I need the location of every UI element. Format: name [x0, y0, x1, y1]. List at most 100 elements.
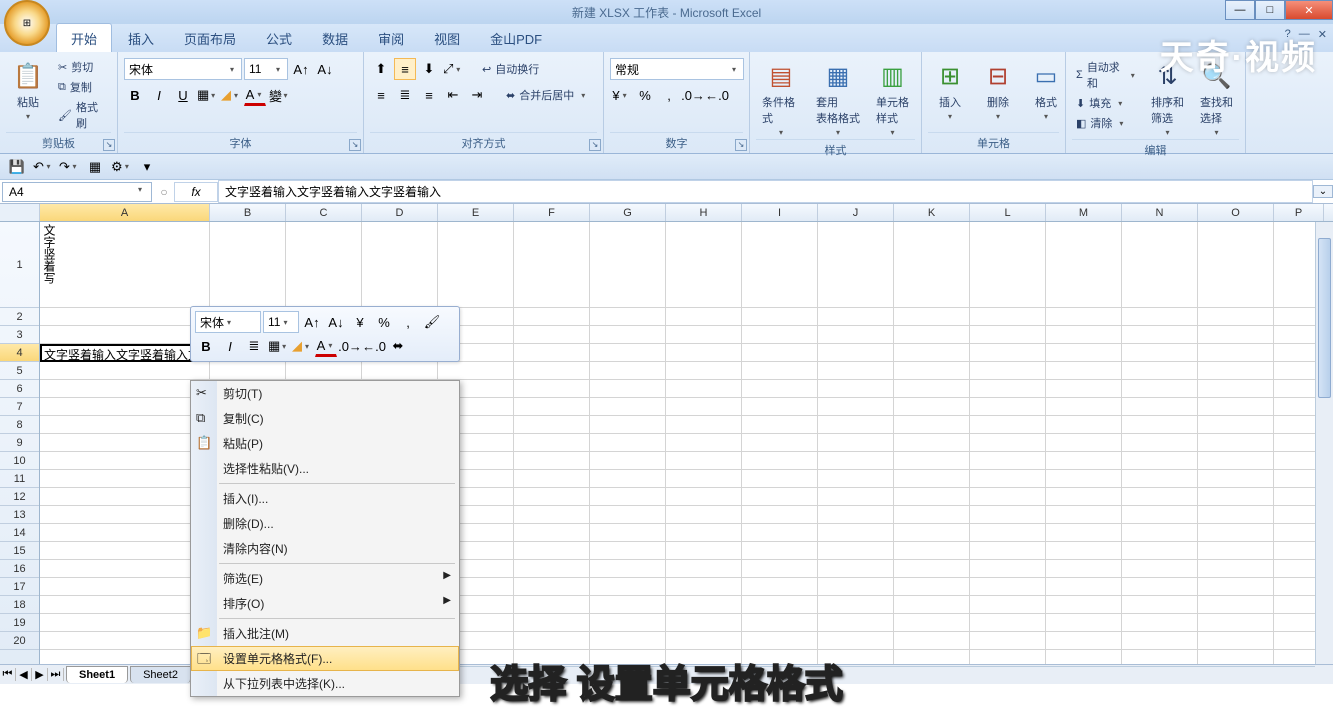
- mini-grow-font[interactable]: A↑: [301, 311, 323, 333]
- merge-center-button[interactable]: ⬌合并后居中▾: [502, 84, 592, 106]
- autosum-button[interactable]: Σ自动求和▾: [1072, 58, 1141, 92]
- tab-pdf[interactable]: 金山PDF: [476, 24, 556, 52]
- ctx-insert[interactable]: 插入(I)...: [191, 486, 459, 511]
- row-header-20[interactable]: 20: [0, 632, 39, 650]
- redo-button[interactable]: ↷▾: [58, 156, 80, 178]
- col-header-J[interactable]: J: [818, 204, 894, 221]
- col-header-G[interactable]: G: [590, 204, 666, 221]
- col-header-C[interactable]: C: [286, 204, 362, 221]
- row-header-7[interactable]: 7: [0, 398, 39, 416]
- row-header-6[interactable]: 6: [0, 380, 39, 398]
- row-header-12[interactable]: 12: [0, 488, 39, 506]
- align-center-button[interactable]: ≣: [394, 84, 416, 106]
- vertical-scrollbar[interactable]: [1315, 222, 1333, 684]
- tab-pagelayout[interactable]: 页面布局: [170, 24, 250, 52]
- ctx-delete[interactable]: 删除(D)...: [191, 511, 459, 536]
- align-middle-button[interactable]: ≡: [394, 58, 416, 80]
- conditional-format-button[interactable]: ▤条件格式▾: [756, 58, 806, 139]
- number-format-combo[interactable]: 常规▾: [610, 58, 744, 80]
- ctx-paste-special[interactable]: 选择性粘贴(V)...: [191, 456, 459, 481]
- font-name-combo[interactable]: 宋体▾: [124, 58, 242, 80]
- decrease-decimal-button[interactable]: ←.0: [706, 84, 728, 106]
- row-header-4[interactable]: 4: [0, 344, 39, 362]
- col-header-O[interactable]: O: [1198, 204, 1274, 221]
- underline-button[interactable]: U: [172, 84, 194, 106]
- cell-styles-button[interactable]: ▥单元格 样式▾: [870, 58, 915, 139]
- mini-align-center[interactable]: ≣: [243, 335, 265, 357]
- row-header-1[interactable]: 1: [0, 222, 39, 308]
- grow-font-button[interactable]: A↑: [290, 58, 312, 80]
- ctx-clear-contents[interactable]: 清除内容(N): [191, 536, 459, 561]
- help-icon[interactable]: ?: [1285, 28, 1291, 41]
- font-launcher[interactable]: ↘: [349, 139, 361, 151]
- italic-button[interactable]: I: [148, 84, 170, 106]
- clear-button[interactable]: ◧清除▾: [1072, 114, 1141, 132]
- increase-decimal-button[interactable]: .0→: [682, 84, 704, 106]
- office-button[interactable]: ⊞: [4, 0, 50, 46]
- row-header-5[interactable]: 5: [0, 362, 39, 380]
- phonetic-button[interactable]: 變▾: [268, 84, 290, 106]
- col-header-A[interactable]: A: [40, 204, 210, 221]
- formula-input[interactable]: 文字竖着输入文字竖着输入文字竖着输入: [218, 180, 1313, 203]
- number-launcher[interactable]: ↘: [735, 139, 747, 151]
- row-header-8[interactable]: 8: [0, 416, 39, 434]
- currency-button[interactable]: ¥▾: [610, 84, 632, 106]
- sheet-tab-1[interactable]: Sheet1: [66, 666, 128, 683]
- decrease-indent-button[interactable]: ⇤: [442, 84, 464, 106]
- mini-inc-decimal[interactable]: .0→: [339, 335, 361, 357]
- tab-insert[interactable]: 插入: [114, 24, 168, 52]
- font-size-combo[interactable]: 11▾: [244, 58, 288, 80]
- mini-fill-color[interactable]: ◢▾: [291, 335, 313, 357]
- comma-button[interactable]: ,: [658, 84, 680, 106]
- find-select-button[interactable]: 🔍查找和 选择▾: [1194, 58, 1239, 139]
- qat-button-2[interactable]: ⚙▾: [110, 156, 132, 178]
- row-header-11[interactable]: 11: [0, 470, 39, 488]
- row-header-16[interactable]: 16: [0, 560, 39, 578]
- name-box[interactable]: A4▾: [2, 182, 152, 202]
- clipboard-launcher[interactable]: ↘: [103, 139, 115, 151]
- col-header-M[interactable]: M: [1046, 204, 1122, 221]
- row-header-14[interactable]: 14: [0, 524, 39, 542]
- col-header-K[interactable]: K: [894, 204, 970, 221]
- tab-formulas[interactable]: 公式: [252, 24, 306, 52]
- sort-filter-button[interactable]: ⇅排序和 筛选▾: [1145, 58, 1190, 139]
- format-painter-button[interactable]: 🖌格式刷: [54, 98, 111, 132]
- ctx-paste[interactable]: 📋粘贴(P): [191, 431, 459, 456]
- fill-color-button[interactable]: ◢▾: [220, 84, 242, 106]
- ctx-pick-from-list[interactable]: 从下拉列表中选择(K)...: [191, 671, 459, 696]
- scrollbar-thumb[interactable]: [1318, 238, 1331, 398]
- sheet-nav-last[interactable]: ⏭: [48, 668, 64, 681]
- col-header-D[interactable]: D: [362, 204, 438, 221]
- format-as-table-button[interactable]: ▦套用 表格格式▾: [810, 58, 866, 139]
- mini-italic[interactable]: I: [219, 335, 241, 357]
- qat-customize[interactable]: ▾: [136, 156, 158, 178]
- alignment-launcher[interactable]: ↘: [589, 139, 601, 151]
- col-header-I[interactable]: I: [742, 204, 818, 221]
- format-cells-button[interactable]: ▭格式▾: [1024, 58, 1068, 123]
- orientation-button[interactable]: ⤢▾: [442, 58, 464, 80]
- mini-shrink-font[interactable]: A↓: [325, 311, 347, 333]
- row-header-3[interactable]: 3: [0, 326, 39, 344]
- increase-indent-button[interactable]: ⇥: [466, 84, 488, 106]
- tab-data[interactable]: 数据: [308, 24, 362, 52]
- font-color-button[interactable]: A▾: [244, 84, 266, 106]
- row-header-9[interactable]: 9: [0, 434, 39, 452]
- col-header-H[interactable]: H: [666, 204, 742, 221]
- percent-button[interactable]: %: [634, 84, 656, 106]
- undo-button[interactable]: ↶▾: [32, 156, 54, 178]
- wrap-text-button[interactable]: ↩自动换行: [478, 58, 543, 80]
- mini-size-combo[interactable]: 11▾: [263, 311, 299, 333]
- mini-currency[interactable]: ¥: [349, 311, 371, 333]
- align-bottom-button[interactable]: ⬇: [418, 58, 440, 80]
- sheet-nav-prev[interactable]: ◀: [16, 668, 32, 681]
- mini-percent[interactable]: %: [373, 311, 395, 333]
- sheet-nav-first[interactable]: ⏮: [0, 668, 16, 681]
- mini-borders[interactable]: ▦▾: [267, 335, 289, 357]
- sheet-nav-next[interactable]: ▶: [32, 668, 48, 681]
- insert-cells-button[interactable]: ⊞插入▾: [928, 58, 972, 123]
- col-header-P[interactable]: P: [1274, 204, 1324, 221]
- shrink-font-button[interactable]: A↓: [314, 58, 336, 80]
- mini-dec-decimal[interactable]: ←.0: [363, 335, 385, 357]
- ctx-format-cells[interactable]: 🗔设置单元格格式(F)...: [191, 646, 459, 671]
- close-workbook-icon[interactable]: ✕: [1318, 28, 1327, 41]
